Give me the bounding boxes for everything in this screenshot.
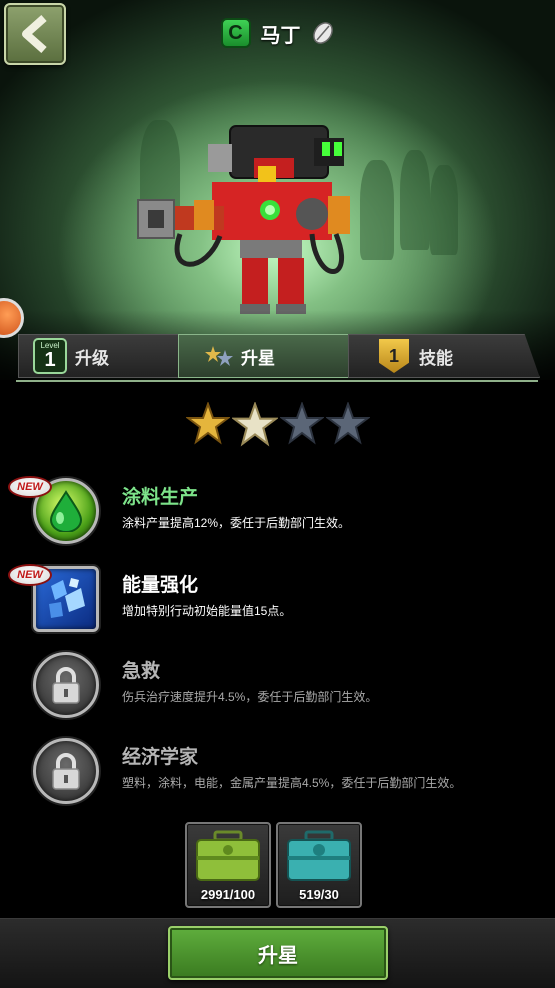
tab-levelup[interactable]: Level 1 升级 [18, 334, 198, 378]
stars-icon [205, 346, 233, 366]
tab-bar: Level 1 升级 升星 1 技能 [18, 334, 540, 380]
skill-description: 塑料，涂料，电能，金属产量提高4.5%，委任于后勤部门生效。 [122, 776, 462, 790]
hero-name: 马丁 [260, 24, 301, 47]
background-silhouette [400, 150, 430, 250]
resource-slot[interactable]: 519/30 [276, 822, 362, 908]
skill-description: 涂料产量提高12%，委任于后勤部门生效。 [122, 516, 351, 530]
skill-title: 急救 [122, 661, 161, 682]
skill-title: 经济学家 [122, 747, 199, 768]
skill-item[interactable]: NEW 能量强化 增加特别行动初始能量值15点。 [0, 562, 555, 646]
skill-item[interactable]: NEW 涂料生产 涂料产量提高12%，委任于后勤部门生效。 [0, 474, 555, 558]
star-empty-icon [325, 402, 370, 445]
background-silhouette [430, 165, 458, 255]
tab-skills[interactable]: 1 技能 [348, 334, 540, 378]
tab-starup-label: 升星 [241, 348, 275, 368]
skill-title: 能量强化 [122, 575, 199, 596]
star-filled-icon [185, 402, 230, 445]
level-badge-number: 1 [44, 349, 56, 371]
new-badge: NEW [8, 564, 52, 586]
level-badge-icon: Level 1 [33, 338, 67, 374]
tab-skills-label: 技能 [419, 348, 453, 368]
tab-starup[interactable]: 升星 [178, 334, 368, 378]
star-rating [0, 402, 555, 448]
skill-description: 增加特别行动初始能量值15点。 [122, 604, 292, 618]
new-badge: NEW [8, 476, 52, 498]
star-filled-icon [231, 402, 278, 447]
skill-description: 伤兵治疗速度提升4.5%，委任于后勤部门生效。 [122, 690, 378, 704]
skill-item[interactable]: 急救 伤兵治疗速度提升4.5%，委任于后勤部门生效。 [0, 648, 555, 732]
tab-underline [16, 380, 538, 382]
resource-count: 2991/100 [200, 887, 256, 902]
lock-icon [33, 652, 99, 718]
green-case-icon [196, 830, 260, 881]
hero-title-row: C 马丁 [0, 18, 555, 48]
hero-scene [0, 0, 555, 380]
resource-slot[interactable]: 2991/100 [185, 822, 271, 908]
rank-badge: C [220, 18, 251, 48]
star-empty-icon [279, 402, 324, 445]
tab-levelup-label: 升级 [75, 348, 109, 368]
leaf-icon [312, 22, 333, 44]
skill-badge-icon: 1 [379, 339, 409, 373]
resource-count: 519/30 [299, 887, 339, 902]
skill-title: 涂料生产 [122, 487, 199, 508]
lock-icon [33, 738, 99, 804]
skill-item[interactable]: 经济学家 塑料，涂料，电能，金属产量提高4.5%，委任于后勤部门生效。 [0, 734, 555, 818]
hero-robot-art [137, 125, 350, 314]
teal-case-icon [287, 830, 351, 881]
star-up-button[interactable]: 升星 [168, 926, 388, 980]
skill-badge-number: 1 [388, 345, 399, 366]
